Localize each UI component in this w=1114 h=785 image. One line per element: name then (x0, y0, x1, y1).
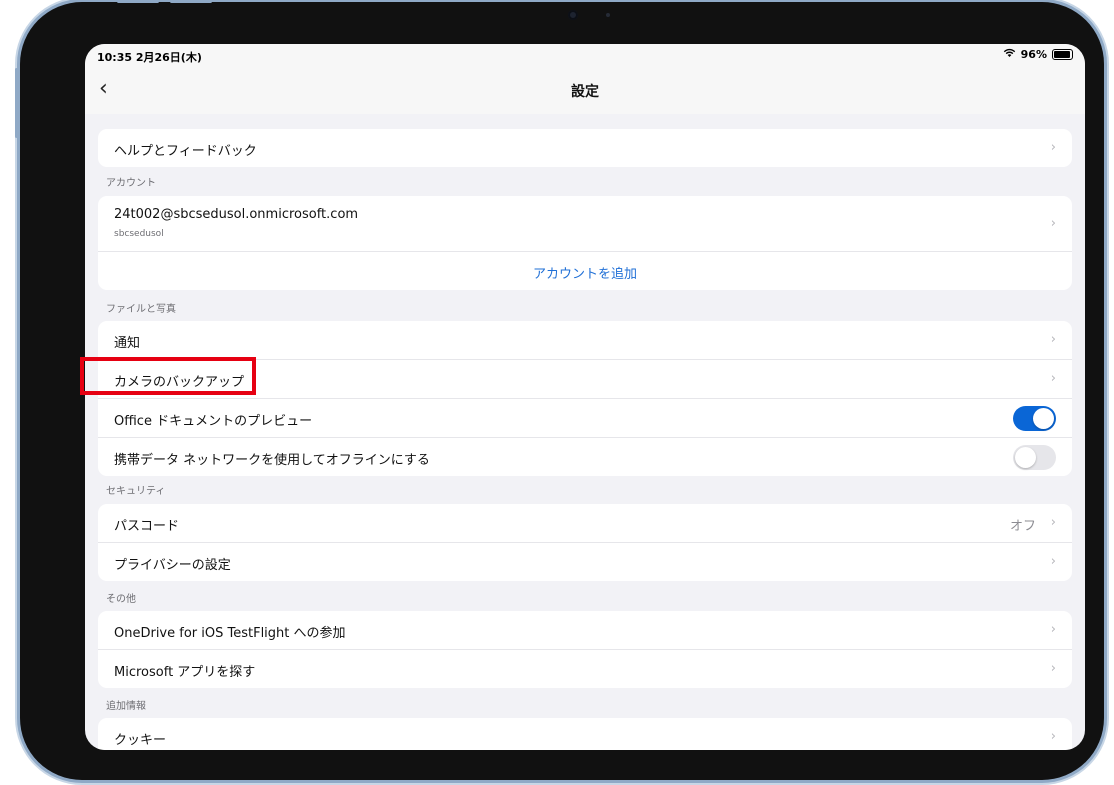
chevron-right-icon: › (1050, 729, 1056, 744)
volume-button (117, 0, 159, 3)
office-preview-toggle[interactable] (1013, 406, 1056, 431)
more-info-group: クッキー › (98, 718, 1072, 750)
account-row[interactable]: 24t002@sbcsedusol.onmicrosoft.com sbcsed… (98, 196, 1072, 252)
ambient-sensor (606, 13, 610, 17)
find-apps-label: Microsoft アプリを探す (114, 665, 256, 680)
passcode-row[interactable]: パスコード オフ › (98, 504, 1072, 543)
office-preview-row: Office ドキュメントのプレビュー (98, 399, 1072, 438)
testflight-label: OneDrive for iOS TestFlight への参加 (114, 626, 346, 641)
chevron-right-icon: › (1050, 140, 1056, 155)
front-camera (568, 10, 578, 20)
help-group: ヘルプとフィードバック › (98, 129, 1072, 167)
chevron-right-icon: › (1050, 515, 1056, 530)
chevron-right-icon: › (1050, 216, 1056, 231)
find-apps-row[interactable]: Microsoft アプリを探す › (98, 650, 1072, 688)
passcode-value: オフ (1009, 519, 1036, 534)
offline-cellular-row: 携帯データ ネットワークを使用してオフラインにする (98, 438, 1072, 476)
offline-cellular-toggle[interactable] (1013, 445, 1056, 470)
testflight-row[interactable]: OneDrive for iOS TestFlight への参加 › (98, 611, 1072, 650)
section-header-more-info: 追加情報 (106, 701, 146, 712)
section-header-other: その他 (106, 594, 136, 605)
chevron-right-icon: › (1050, 622, 1056, 637)
section-header-files: ファイルと写真 (106, 304, 176, 315)
chevron-right-icon: › (1050, 371, 1056, 386)
privacy-label: プライバシーの設定 (114, 558, 231, 573)
other-group: OneDrive for iOS TestFlight への参加 › Micro… (98, 611, 1072, 688)
privacy-row[interactable]: プライバシーの設定 › (98, 543, 1072, 581)
cookies-row[interactable]: クッキー › (98, 718, 1072, 750)
section-header-account: アカウント (106, 178, 156, 189)
screen: 10:35 2月26日(木) 96% ‹ 設定 ヘルプとフィードバック › アカ… (85, 44, 1085, 750)
battery-percent: 96% (1020, 48, 1047, 61)
passcode-label: パスコード (114, 519, 180, 534)
navigation-bar: ‹ 設定 (85, 66, 1085, 114)
account-group: 24t002@sbcsedusol.onmicrosoft.com sbcsed… (98, 196, 1072, 290)
side-button (15, 68, 18, 138)
chevron-right-icon: › (1050, 661, 1056, 676)
wifi-icon (1003, 48, 1016, 61)
status-time: 10:35 2月26日(木) (97, 51, 202, 64)
office-preview-label: Office ドキュメントのプレビュー (114, 414, 313, 429)
help-feedback-label: ヘルプとフィードバック (114, 144, 257, 159)
add-account-button[interactable]: アカウントを追加 (98, 263, 1072, 282)
battery-icon (1052, 49, 1073, 60)
chevron-right-icon: › (1050, 554, 1056, 569)
page-title: 設定 (571, 84, 599, 100)
add-account-row[interactable]: アカウントを追加 (98, 252, 1072, 290)
account-email: 24t002@sbcsedusol.onmicrosoft.com (114, 207, 359, 222)
help-feedback-row[interactable]: ヘルプとフィードバック › (98, 129, 1072, 167)
notifications-row[interactable]: 通知 › (98, 321, 1072, 360)
account-org: sbcsedusol (114, 229, 164, 239)
files-group: 通知 › カメラのバックアップ › Office ドキュメントのプレビュー 携帯… (98, 321, 1072, 476)
highlight-box (80, 357, 256, 395)
offline-cellular-label: 携帯データ ネットワークを使用してオフラインにする (114, 453, 430, 468)
cookies-label: クッキー (114, 733, 167, 748)
notifications-label: 通知 (114, 336, 141, 351)
status-bar: 10:35 2月26日(木) 96% (85, 44, 1085, 66)
volume-button (170, 0, 212, 3)
status-right: 96% (1003, 48, 1073, 61)
security-group: パスコード オフ › プライバシーの設定 › (98, 504, 1072, 581)
section-header-security: セキュリティ (106, 486, 166, 497)
chevron-right-icon: › (1050, 332, 1056, 347)
settings-content: ヘルプとフィードバック › アカウント 24t002@sbcsedusol.on… (85, 114, 1085, 750)
